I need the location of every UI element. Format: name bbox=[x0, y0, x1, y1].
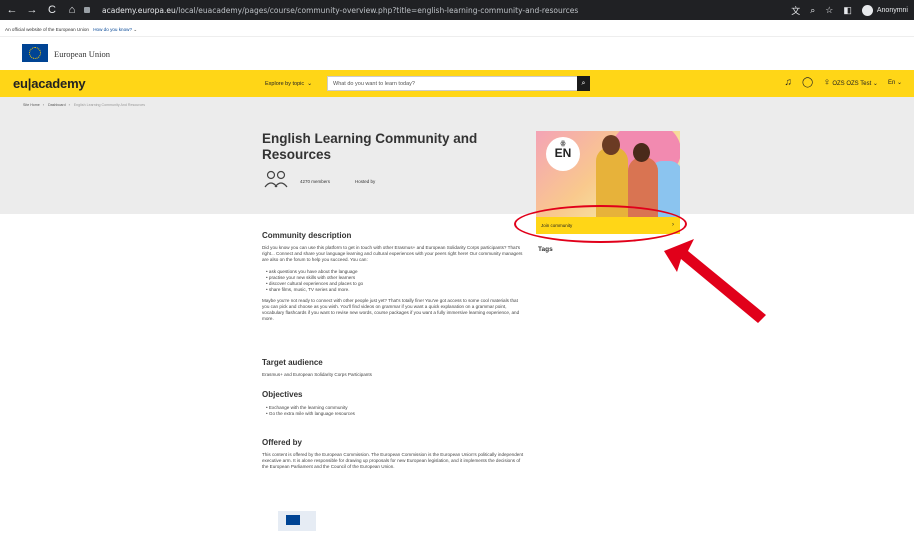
breadcrumb-site-home[interactable]: Site Home bbox=[23, 103, 40, 107]
person-head bbox=[602, 135, 620, 155]
browser-toolbar: ← → C ⌂ academy.europa.eu/local/euacadem… bbox=[0, 0, 914, 20]
eu-flag-icon bbox=[286, 515, 300, 525]
eu-header: European Union bbox=[0, 37, 914, 70]
reload-icon[interactable]: C bbox=[44, 4, 60, 16]
split-icon[interactable]: ◧ bbox=[843, 5, 852, 16]
objectives: Objectives Exchange with the learning co… bbox=[262, 390, 526, 417]
lock-icon[interactable] bbox=[84, 7, 90, 13]
user-menu[interactable]: ♀ OZS OZS Test ⌄ bbox=[823, 77, 878, 88]
url-host: academy.europa.eu bbox=[102, 5, 176, 15]
description-outro: Maybe you're not ready to connect with o… bbox=[262, 298, 520, 321]
chat-bubble-icon[interactable]: ◯ bbox=[802, 77, 813, 88]
breadcrumb-current: English Learning Community And Resources bbox=[73, 103, 146, 107]
objectives-list: Exchange with the learning community Go … bbox=[262, 405, 526, 417]
notification-bell-icon[interactable]: ♫ bbox=[784, 77, 792, 88]
profile-name: Anonymni bbox=[876, 6, 908, 14]
profile-button[interactable]: Anonymni bbox=[861, 4, 908, 16]
eu-flag-logo[interactable] bbox=[22, 44, 48, 62]
language-label: En bbox=[887, 80, 896, 86]
address-bar[interactable]: academy.europa.eu/local/euacademy/pages/… bbox=[102, 6, 578, 15]
community-description: Community description Did you know you c… bbox=[262, 231, 526, 322]
forward-icon[interactable]: → bbox=[24, 4, 40, 16]
official-banner: An official website of the European Unio… bbox=[0, 20, 914, 37]
description-heading: Community description bbox=[262, 231, 352, 240]
browser-actions: 文 ⌕ ☆ ◧ Anonymni bbox=[791, 0, 908, 20]
description-list: ask questions you have about the languag… bbox=[262, 269, 526, 293]
explore-label: Explore by topic bbox=[265, 81, 305, 87]
target-audience: Target audience Erasmus+ and European So… bbox=[262, 358, 526, 378]
eu-stars-icon bbox=[29, 47, 41, 59]
user-icon: ♀ bbox=[823, 77, 831, 88]
offered-text: This content is offered by the European … bbox=[262, 452, 524, 469]
user-area: ♫ ◯ ♀ OZS OZS Test ⌄ En ⌄ bbox=[784, 77, 902, 88]
highlight-arrow bbox=[664, 239, 766, 323]
how-do-you-know-link[interactable]: How do you know? bbox=[93, 27, 132, 32]
page-title: English Learning Community and Resources bbox=[262, 131, 478, 162]
list-item: share films, music, TV series and more. bbox=[266, 287, 526, 293]
language-selector[interactable]: En ⌄ bbox=[888, 79, 902, 86]
home-icon[interactable]: ⌂ bbox=[64, 4, 80, 16]
breadcrumb-dashboard[interactable]: Dashboard bbox=[48, 103, 66, 107]
eu-name: European Union bbox=[54, 49, 110, 59]
official-text: An official website of the European Unio… bbox=[5, 27, 89, 32]
star-icon[interactable]: ☆ bbox=[825, 5, 833, 16]
back-icon[interactable]: ← bbox=[4, 4, 20, 16]
members-count: 4270 members bbox=[300, 179, 331, 184]
eu-academy-logo[interactable]: eu|academy bbox=[13, 76, 86, 91]
members-icon bbox=[264, 170, 288, 188]
zoom-icon[interactable]: ⌕ bbox=[810, 5, 815, 16]
badge-language: EN bbox=[554, 146, 572, 160]
url-path: /local/euacademy/pages/course/community-… bbox=[175, 5, 579, 15]
list-item: Go the extra mile with language resource… bbox=[266, 411, 526, 417]
chevron-down-icon: ⌄ bbox=[307, 81, 313, 87]
user-name: OZS OZS Test bbox=[832, 81, 872, 87]
offered-heading: Offered by bbox=[262, 438, 303, 447]
breadcrumb: Site Home › Dashboard › English Learning C… bbox=[23, 103, 146, 107]
person-head bbox=[633, 143, 650, 162]
search-input[interactable]: What do you want to learn today? bbox=[327, 76, 590, 91]
objectives-heading: Objectives bbox=[262, 390, 303, 399]
profile-icon bbox=[861, 4, 873, 16]
audience-heading: Target audience bbox=[262, 358, 323, 367]
offered-by: Offered by This content is offered by th… bbox=[262, 438, 526, 470]
explore-by-topic-button[interactable]: Explore by topic ⌄ bbox=[265, 80, 312, 87]
audience-text: Erasmus+ and European Solidarity Corps P… bbox=[262, 372, 372, 377]
translate-icon[interactable]: 文 bbox=[791, 4, 800, 17]
search-icon: ⌕ bbox=[581, 80, 586, 87]
language-badge: ꙮ EN bbox=[546, 137, 580, 171]
site-topbar: eu|academy Explore by topic ⌄ What do you… bbox=[0, 70, 914, 97]
tags-heading: Tags bbox=[538, 246, 553, 253]
european-commission-logo bbox=[278, 511, 316, 531]
hosted-by-label: Hosted by bbox=[355, 179, 376, 184]
search-button[interactable]: ⌕ bbox=[577, 76, 590, 91]
chevron-down-icon[interactable]: ⌄ bbox=[133, 27, 137, 32]
description-intro: Did you know you can use this platform t… bbox=[262, 245, 523, 262]
